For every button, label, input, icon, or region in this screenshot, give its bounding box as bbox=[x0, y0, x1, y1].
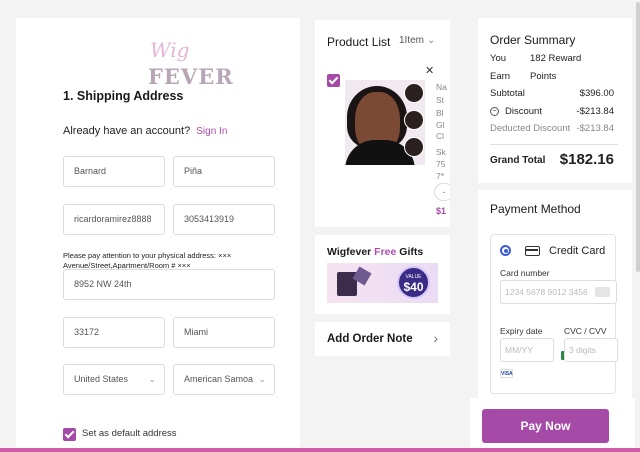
deducted-label: Deducted Discount bbox=[490, 123, 571, 134]
scrollbar[interactable] bbox=[636, 2, 640, 272]
credit-card-option[interactable]: Credit Card Card number 1234 5678 9012 3… bbox=[490, 234, 618, 394]
shipping-title: 1. Shipping Address bbox=[63, 89, 184, 103]
product-name-fragment: Bl bbox=[436, 108, 444, 118]
logo-text: FEVER bbox=[148, 64, 234, 89]
card-number-label: Card number bbox=[500, 268, 550, 278]
first-name-field[interactable]: Barnard bbox=[63, 156, 165, 187]
credit-card-radio[interactable] bbox=[500, 245, 511, 256]
points-label: Points bbox=[530, 71, 557, 82]
cvc-label: CVC / CVV bbox=[564, 326, 607, 336]
last-name-field[interactable]: Piña bbox=[173, 156, 275, 187]
chevron-right-icon: › bbox=[433, 330, 438, 346]
address-field[interactable]: 8952 NW 24th bbox=[63, 269, 275, 300]
product-name-fragment: Gl bbox=[436, 120, 445, 130]
pay-now-bar: Pay Now bbox=[470, 398, 635, 452]
gifts-panel: Wigfever Free Gifts VALUE $40 bbox=[315, 235, 450, 314]
product-option-fragment: Sk bbox=[436, 147, 446, 157]
shipping-panel: Wig FEVER 1. Shipping Address Already ha… bbox=[16, 18, 300, 452]
country-value: United States bbox=[74, 374, 129, 384]
order-summary-panel: Order Summary You 182 Reward Earn Points… bbox=[478, 18, 632, 183]
card-number-input[interactable]: 1234 5678 9012 3456 bbox=[500, 280, 617, 304]
default-address-label: Set as default address bbox=[82, 428, 177, 439]
visa-icon: VISA bbox=[500, 369, 513, 378]
email-field[interactable]: ricardoramirez8888 bbox=[63, 204, 165, 235]
discount-value: -$213.84 bbox=[576, 106, 614, 117]
remove-item-icon[interactable]: ✕ bbox=[425, 64, 434, 77]
quantity-decrease-button[interactable]: - bbox=[434, 183, 450, 201]
product-name-fragment: Na bbox=[436, 82, 447, 92]
wigfever-logo[interactable]: Wig FEVER bbox=[146, 32, 233, 90]
country-select[interactable]: United States ⌄ bbox=[63, 364, 165, 395]
chevron-down-icon: ⌄ bbox=[427, 35, 436, 46]
earn-label: Earn bbox=[490, 71, 511, 82]
product-image[interactable] bbox=[345, 80, 425, 165]
payment-title: Payment Method bbox=[490, 202, 581, 216]
item-count: 1Item bbox=[399, 35, 425, 46]
gift-value-badge: VALUE $40 bbox=[397, 266, 430, 299]
expiry-label: Expiry date bbox=[500, 326, 543, 336]
credit-card-icon bbox=[525, 246, 540, 256]
pay-now-button[interactable]: Pay Now bbox=[482, 409, 609, 443]
grand-total-value: $182.16 bbox=[559, 151, 614, 168]
phone-field[interactable]: 3053413919 bbox=[173, 204, 275, 235]
expiry-input[interactable]: MM/YY bbox=[500, 338, 554, 362]
default-address-checkbox[interactable] bbox=[63, 428, 76, 441]
product-option-fragment: 75 bbox=[436, 159, 446, 169]
chevron-down-icon: ⌄ bbox=[148, 374, 156, 384]
product-option-fragment: 7* bbox=[436, 171, 445, 181]
free-highlight: Free bbox=[374, 246, 397, 258]
cvc-input[interactable]: 3 digits bbox=[564, 338, 618, 362]
product-select-checkbox[interactable] bbox=[327, 74, 340, 87]
subtotal-value: $396.00 bbox=[579, 88, 614, 99]
order-summary-title: Order Summary bbox=[490, 33, 576, 47]
product-list-panel: Product List 1Item ⌄ ✕ Na St Bl Gl Cl Sk … bbox=[315, 20, 450, 227]
product-name-fragment: Cl bbox=[436, 131, 445, 141]
summary-divider bbox=[490, 144, 618, 145]
sign-in-link[interactable]: Sign In bbox=[196, 126, 227, 137]
address-note: Please pay attention to your physical ad… bbox=[63, 251, 232, 270]
state-value: American Samoa bbox=[184, 374, 254, 384]
card-icon bbox=[595, 287, 610, 297]
logo-script: Wig bbox=[150, 38, 190, 62]
state-select[interactable]: American Samoa ⌄ bbox=[173, 364, 275, 395]
reward-text: 182 Reward bbox=[530, 53, 582, 64]
subtotal-label: Subtotal bbox=[490, 88, 525, 99]
product-price: $1 bbox=[436, 206, 447, 216]
credit-card-label: Credit Card bbox=[549, 245, 606, 257]
account-prompt-text: Already have an account? bbox=[63, 125, 191, 137]
gift-banner[interactable]: VALUE $40 bbox=[327, 263, 438, 303]
product-name-fragment: St bbox=[436, 95, 445, 105]
bottom-accent-line bbox=[0, 448, 640, 452]
account-prompt: Already have an account? Sign In bbox=[63, 125, 227, 137]
chevron-down-icon: ⌄ bbox=[258, 374, 266, 384]
order-note-title: Add Order Note bbox=[327, 333, 413, 345]
city-field[interactable]: Miami bbox=[173, 317, 275, 348]
you-label: You bbox=[490, 53, 507, 64]
grand-total-label: Grand Total bbox=[490, 155, 546, 166]
zip-field[interactable]: 33172 bbox=[63, 317, 165, 348]
item-count-dropdown[interactable]: 1Item ⌄ bbox=[399, 35, 435, 46]
deducted-value: -$213.84 bbox=[576, 123, 614, 134]
discount-row-label[interactable]: − Discount bbox=[490, 106, 542, 117]
product-list-title: Product List bbox=[327, 35, 391, 49]
info-icon: − bbox=[490, 106, 499, 116]
gifts-title: Wigfever Free Gifts bbox=[327, 246, 424, 258]
order-note-row[interactable]: Add Order Note › bbox=[315, 322, 450, 356]
